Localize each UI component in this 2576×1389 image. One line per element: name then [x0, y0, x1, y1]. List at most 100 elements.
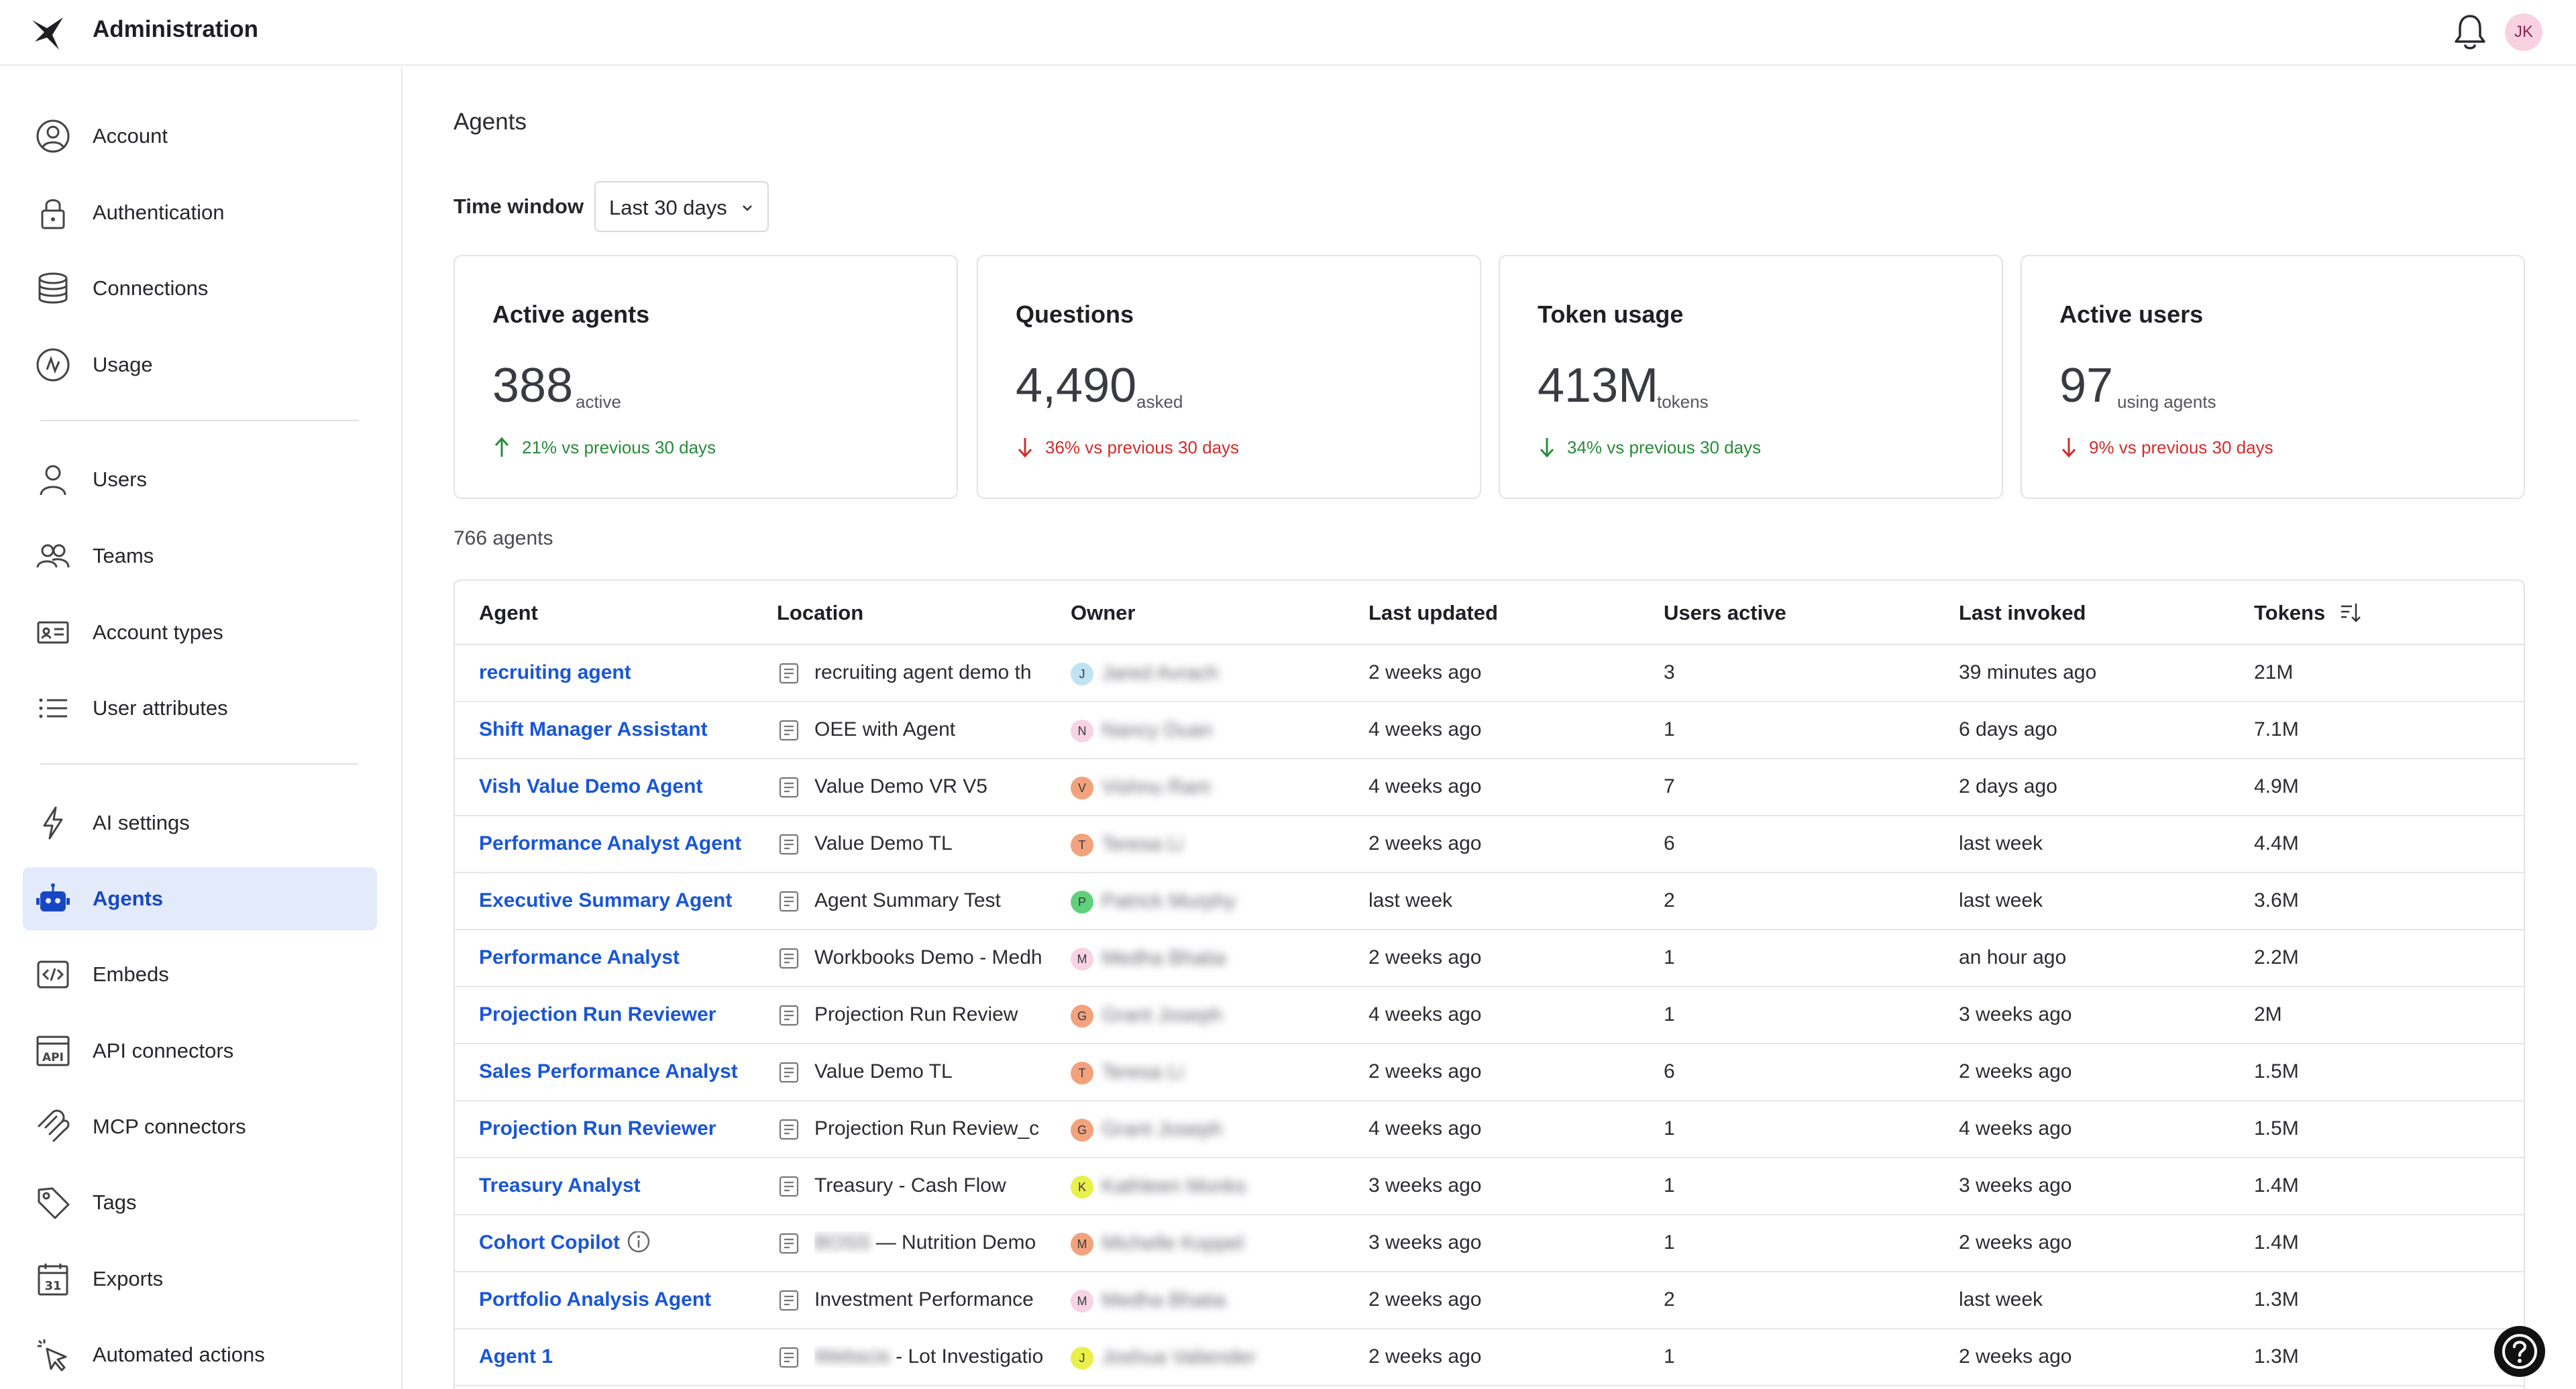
agent-cell: Performance Analyst Agent — [479, 832, 761, 855]
agent-link[interactable]: Projection Run Reviewer — [479, 1003, 716, 1025]
users-active-cell: 6 — [1664, 1060, 1675, 1082]
agent-link[interactable]: Sales Performance Analyst — [479, 1060, 738, 1082]
info-icon[interactable] — [627, 1231, 651, 1254]
location-cell[interactable]: Webscis - Lot Investigatio — [814, 1345, 1049, 1368]
last-invoked-cell: 2 weeks ago — [1959, 1345, 2072, 1368]
stat-card-title: Active agents — [492, 300, 650, 328]
stat-card-questions: Questions 4,490 asked 36% vs previous 30… — [977, 255, 1481, 499]
usage-gauge-icon — [36, 348, 70, 382]
agent-link[interactable]: Vish Value Demo Agent — [479, 775, 702, 797]
table-row[interactable]: Performance Analyst Workbooks Demo - Medh… — [455, 930, 2524, 987]
owner-avatar: K — [1071, 1176, 1093, 1199]
agent-link[interactable]: Agent 1 — [479, 1345, 553, 1368]
sort-descending-icon[interactable] — [2339, 601, 2361, 624]
column-header-location[interactable]: Location — [777, 601, 863, 625]
table-row[interactable]: Shift Manager Assistant OEE with Agent N Na… — [455, 702, 2524, 759]
agent-link[interactable]: Portfolio Analysis Agent — [479, 1288, 711, 1311]
table-row[interactable]: recruiting agent recruiting agent demo th… — [455, 645, 2524, 702]
location-cell[interactable]: Value Demo VR V5 — [814, 775, 1049, 798]
owner-avatar: G — [1071, 1005, 1093, 1027]
sidebar-item-ai-settings[interactable]: AI settings — [23, 791, 377, 854]
column-header-users-active[interactable]: Users active — [1664, 601, 1786, 625]
sidebar-item-usage[interactable]: Usage — [23, 333, 377, 396]
location-cell[interactable]: Value Demo TL — [814, 1060, 1049, 1083]
agent-link[interactable]: Cohort Copilot — [479, 1231, 620, 1254]
workbook-icon — [779, 1005, 799, 1026]
sidebar-item-label: Authentication — [93, 201, 225, 224]
app-logo-icon[interactable] — [30, 15, 67, 52]
sidebar-item-api-connectors[interactable]: API API connectors — [23, 1019, 377, 1082]
table-row[interactable]: Cohort Copilot BOSS — Nutrition Demo M Mich… — [455, 1215, 2524, 1272]
users-active-cell: 1 — [1664, 1117, 1675, 1140]
table-row[interactable]: Executive Summary Agent Agent Summary Tes… — [455, 873, 2524, 930]
agent-link[interactable]: recruiting agent — [479, 661, 631, 683]
owner-avatar: T — [1071, 1062, 1093, 1085]
location-cell[interactable]: BOSS — Nutrition Demo — [814, 1231, 1049, 1254]
agent-link[interactable]: Performance Analyst Agent — [479, 832, 741, 854]
table-row[interactable]: Agent 1 Webscis - Lot Investigatio J Joshua… — [455, 1329, 2524, 1386]
column-header-last-invoked[interactable]: Last invoked — [1959, 601, 2086, 625]
location-cell[interactable]: Agent Summary Test — [814, 889, 1049, 912]
sidebar-item-exports[interactable]: 31 Exports — [23, 1247, 377, 1311]
sidebar-item-tags[interactable]: Tags — [23, 1171, 377, 1234]
column-header-last-updated[interactable]: Last updated — [1368, 601, 1498, 625]
location-cell[interactable]: OEE with Agent — [814, 718, 1049, 741]
sidebar-item-automated-actions[interactable]: Automated actions — [23, 1323, 377, 1386]
tag-icon — [38, 1187, 70, 1219]
sidebar-item-teams[interactable]: Teams — [23, 524, 377, 588]
sidebar-item-account[interactable]: Account — [23, 105, 377, 168]
sidebar-item-user-attributes[interactable]: User attributes — [23, 677, 377, 740]
time-window-select[interactable]: Last 30 days — [594, 181, 769, 232]
user-avatar[interactable]: JK — [2505, 13, 2542, 51]
workbook-icon — [779, 1176, 799, 1197]
workbook-icon — [779, 834, 799, 855]
sidebar-item-embeds[interactable]: Embeds — [23, 943, 377, 1006]
agent-cell: recruiting agent — [479, 661, 761, 684]
column-header-owner[interactable]: Owner — [1071, 601, 1135, 625]
sidebar-item-account-types[interactable]: Account types — [23, 601, 377, 664]
stat-card-unit: active — [576, 392, 621, 412]
sidebar-item-agents[interactable]: Agents — [23, 867, 377, 930]
stat-card-unit: using agents — [2117, 392, 2216, 412]
location-cell[interactable]: Value Demo TL — [814, 832, 1049, 855]
agent-link[interactable]: Performance Analyst — [479, 946, 680, 968]
owner-name: Grant Joseph — [1102, 1118, 1223, 1140]
table-row[interactable]: Sales Performance Analyst Value Demo TL T T… — [455, 1044, 2524, 1101]
table-row[interactable]: Portfolio Analysis Agent Investment Perfo… — [455, 1272, 2524, 1329]
sidebar-item-mcp-connectors[interactable]: MCP connectors — [23, 1095, 377, 1158]
table-row[interactable]: Projection Run Reviewer Projection Run Re… — [455, 987, 2524, 1044]
location-cell[interactable]: Projection Run Review_c — [814, 1117, 1049, 1140]
location-cell[interactable]: Investment Performance — [814, 1288, 1049, 1311]
table-row[interactable]: Treasury Analyst Treasury - Cash Flow K Kat… — [455, 1158, 2524, 1215]
last-updated-cell: 4 weeks ago — [1368, 1117, 1482, 1140]
location-cell[interactable]: Projection Run Review — [814, 1003, 1049, 1026]
workbook-icon — [779, 1062, 799, 1083]
owner-name: Teresa Li — [1102, 833, 1183, 855]
notification-bell-icon[interactable] — [2451, 12, 2489, 52]
agent-cell: Projection Run Reviewer — [479, 1117, 761, 1140]
table-row[interactable]: Performance Analyst Agent Value Demo TL T T… — [455, 816, 2524, 873]
agent-link[interactable]: Projection Run Reviewer — [479, 1117, 716, 1140]
owner-avatar: T — [1071, 834, 1093, 856]
sidebar-item-connections[interactable]: Connections — [23, 257, 377, 320]
sidebar-item-label: AI settings — [93, 811, 190, 834]
help-button[interactable] — [2494, 1326, 2545, 1377]
last-invoked-cell: 6 days ago — [1959, 718, 2057, 740]
column-header-tokens[interactable]: Tokens — [2254, 601, 2325, 625]
sidebar-item-label: Embeds — [93, 962, 169, 986]
last-invoked-cell: 3 weeks ago — [1959, 1174, 2072, 1197]
table-row[interactable]: Projection Run Reviewer Projection Run Re… — [455, 1101, 2524, 1158]
location-cell[interactable]: Treasury - Cash Flow — [814, 1174, 1049, 1197]
sidebar-item-users[interactable]: Users — [23, 448, 377, 511]
workbook-icon — [779, 1290, 799, 1311]
table-row[interactable]: Vish Value Demo Agent Value Demo VR V5 V Vi… — [455, 759, 2524, 816]
location-cell[interactable]: recruiting agent demo th — [814, 661, 1049, 684]
agent-link[interactable]: Treasury Analyst — [479, 1174, 641, 1197]
agent-link[interactable]: Executive Summary Agent — [479, 889, 732, 911]
stat-card-delta-text: 9% vs previous 30 days — [2089, 437, 2273, 457]
stat-card-delta-text: 34% vs previous 30 days — [1567, 437, 1762, 457]
agent-link[interactable]: Shift Manager Assistant — [479, 718, 708, 740]
location-cell[interactable]: Workbooks Demo - Medh — [814, 946, 1049, 969]
column-header-agent[interactable]: Agent — [479, 601, 538, 625]
sidebar-item-authentication[interactable]: Authentication — [23, 181, 377, 244]
